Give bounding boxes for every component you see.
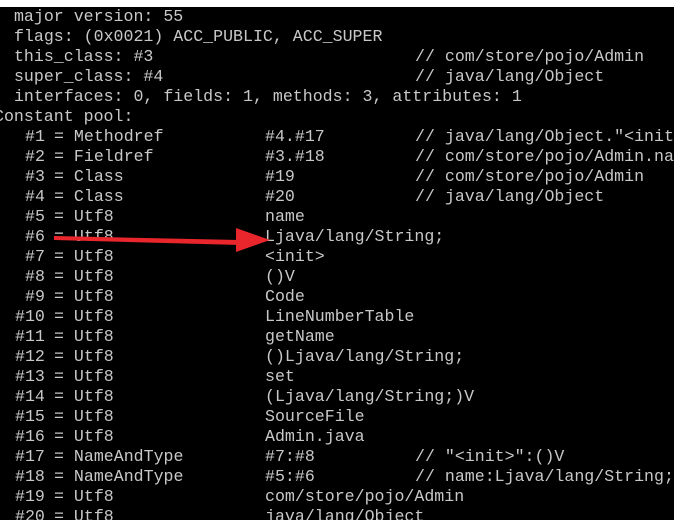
entry-index: #3 xyxy=(25,167,45,186)
entry-value: com/store/pojo/Admin xyxy=(265,487,465,506)
header-line-flags: flags: (0x0021) ACC_PUBLIC, ACC_SUPER xyxy=(0,27,382,47)
entry-value: Code xyxy=(265,287,305,306)
header-line-super-class: super_class: #4 // java/lang/Object xyxy=(0,67,604,87)
entry-comment: // java/lang/Object xyxy=(415,187,605,206)
entry-value: (Ljava/lang/String;)V xyxy=(265,387,475,406)
entry-value: name xyxy=(265,207,305,226)
entry-index: #5 xyxy=(25,207,45,226)
entry-index: #1 xyxy=(25,127,45,146)
entry-index: #19 xyxy=(15,487,45,506)
entry-comment: // "<init>":()V xyxy=(415,447,565,466)
entry-comment: // com/store/pojo/Admin.na xyxy=(415,147,674,166)
entry-value: #7:#8 xyxy=(265,447,315,466)
entry-index: #4 xyxy=(25,187,45,206)
entry-value: Ljava/lang/String; xyxy=(265,227,445,246)
entry-value: SourceFile xyxy=(265,407,365,426)
entry-type: = Utf8 xyxy=(54,267,114,286)
entry-value: LineNumberTable xyxy=(265,307,415,326)
entry-value: set xyxy=(265,367,295,386)
header-text: Constant pool: xyxy=(0,107,134,126)
entry-index: #15 xyxy=(15,407,45,426)
entry-value: #3.#18 xyxy=(265,147,325,166)
entry-comment: // java/lang/Object."<init xyxy=(415,127,674,146)
entry-type: = Class xyxy=(54,167,124,186)
entry-type: = Utf8 xyxy=(54,287,114,306)
entry-index: #13 xyxy=(15,367,45,386)
entry-index: #11 xyxy=(15,327,45,346)
entry-index: #2 xyxy=(25,147,45,166)
entry-type: = Methodref xyxy=(54,127,164,146)
entry-type: = Utf8 xyxy=(54,307,114,326)
header-text: flags: (0x0021) ACC_PUBLIC, ACC_SUPER xyxy=(4,27,383,46)
entry-type: = Utf8 xyxy=(54,387,114,406)
entry-value: getName xyxy=(265,327,335,346)
header-text: this_class: #3 xyxy=(4,47,154,66)
header-comment: // java/lang/Object xyxy=(415,67,605,86)
entry-index: #8 xyxy=(25,267,45,286)
entry-value: Admin.java xyxy=(265,427,365,446)
header-text: super_class: #4 xyxy=(4,67,164,86)
entry-index: #16 xyxy=(15,427,45,446)
entry-comment: // com/store/pojo/Admin xyxy=(415,167,645,186)
entry-value: #5:#6 xyxy=(265,467,315,486)
entry-type: = Utf8 xyxy=(54,347,114,366)
header-comment: // com/store/pojo/Admin xyxy=(415,47,645,66)
entry-type: = Utf8 xyxy=(54,407,114,426)
header-line-major-version: major version: 55 xyxy=(0,7,183,27)
entry-type: = Utf8 xyxy=(54,507,114,520)
entry-index: #12 xyxy=(15,347,45,366)
entry-type: = Utf8 xyxy=(54,487,114,506)
entry-type: = Utf8 xyxy=(54,367,114,386)
entry-value: ()V xyxy=(265,267,295,286)
window-top-edge xyxy=(0,0,674,7)
entry-type: = NameAndType xyxy=(54,447,184,466)
entry-type: = NameAndType xyxy=(54,467,184,486)
entry-type: = Utf8 xyxy=(54,227,114,246)
entry-index: #20 xyxy=(15,507,45,520)
entry-value: java/lang/Object xyxy=(265,507,425,520)
header-text: interfaces: 0, fields: 1, methods: 3, at… xyxy=(4,87,522,106)
entry-type: = Class xyxy=(54,187,124,206)
header-text: major version: 55 xyxy=(4,7,184,26)
entry-value: #19 xyxy=(265,167,295,186)
entry-type: = Utf8 xyxy=(54,207,114,226)
entry-index: #7 xyxy=(25,247,45,266)
entry-index: #17 xyxy=(15,447,45,466)
entry-value: #20 xyxy=(265,187,295,206)
entry-type: = Utf8 xyxy=(54,247,114,266)
entry-value: ()Ljava/lang/String; xyxy=(265,347,465,366)
entry-index: #14 xyxy=(15,387,45,406)
entry-value: <init> xyxy=(265,247,325,266)
entry-index: #18 xyxy=(15,467,45,486)
entry-index: #6 xyxy=(25,227,45,246)
header-line-this-class: this_class: #3 // com/store/pojo/Admin xyxy=(0,47,644,67)
entry-value: #4.#17 xyxy=(265,127,325,146)
header-line-counts: interfaces: 0, fields: 1, methods: 3, at… xyxy=(0,87,522,107)
entry-type: = Utf8 xyxy=(54,327,114,346)
entry-type: = Fieldref xyxy=(54,147,154,166)
terminal-output: major version: 55 flags: (0x0021) ACC_PU… xyxy=(0,7,674,520)
entry-type: = Utf8 xyxy=(54,427,114,446)
entry-index: #10 xyxy=(15,307,45,326)
entry-index: #9 xyxy=(25,287,45,306)
entry-comment: // name:Ljava/lang/String; xyxy=(415,467,674,486)
constant-pool-heading: Constant pool: xyxy=(0,107,133,127)
